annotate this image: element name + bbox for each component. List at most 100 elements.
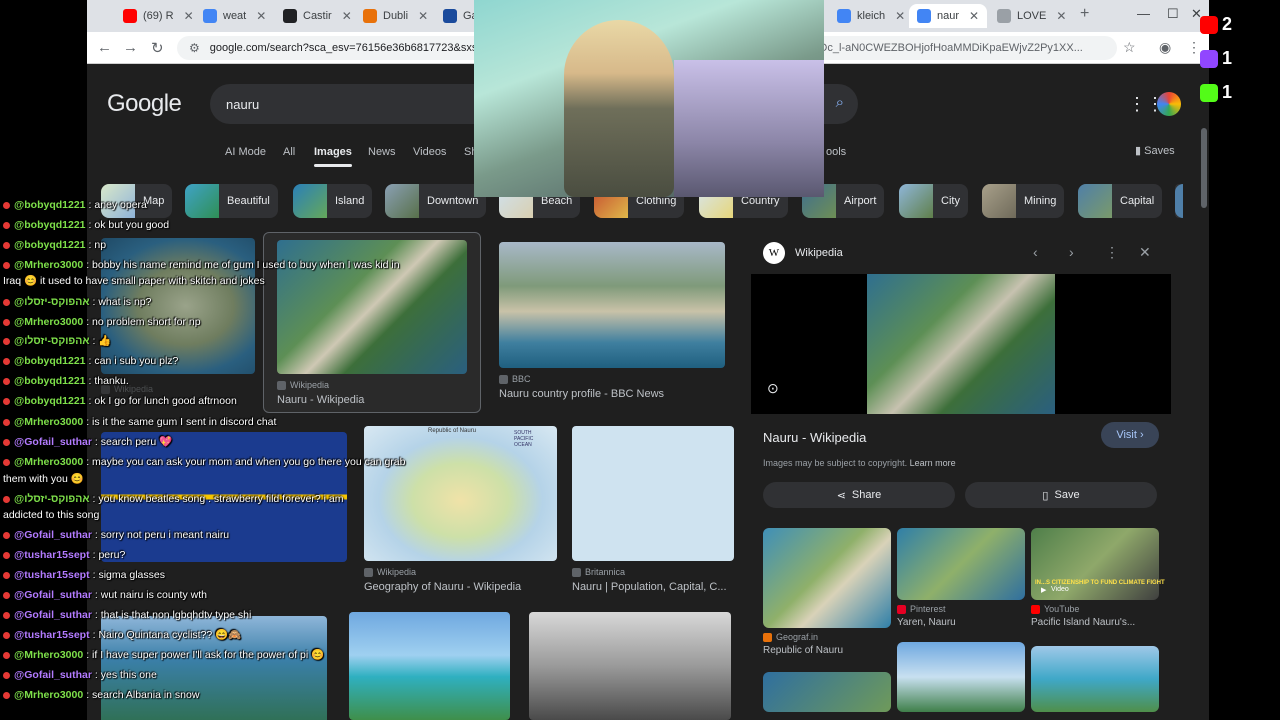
related-image[interactable]	[763, 672, 891, 712]
chip-city[interactable]: City	[899, 184, 968, 218]
chip-beautiful[interactable]: Beautiful	[185, 184, 278, 218]
new-tab-button[interactable]: +	[1080, 5, 1089, 23]
chat-text: : 👍	[92, 335, 112, 347]
panel-source[interactable]: W Wikipedia	[763, 242, 843, 264]
close-icon[interactable]: ✕	[895, 9, 905, 23]
result-caption[interactable]: Nauru | Population, Capital, C...	[572, 581, 734, 593]
tab-images[interactable]: Images	[314, 146, 352, 167]
tab-casting[interactable]: Castir ✕	[275, 4, 360, 28]
minimize-icon[interactable]: —	[1137, 6, 1150, 21]
chat-text: : what is np?	[92, 296, 152, 308]
tab-youtube[interactable]: (69) R ✕	[115, 4, 202, 28]
related-caption[interactable]: Yaren, Nauru	[897, 617, 1025, 628]
chip-thumbnail	[899, 184, 933, 218]
chip-thumbnail	[982, 184, 1016, 218]
panel-scrollbar[interactable]	[1201, 128, 1207, 208]
chat-text: : thanku.	[88, 375, 129, 387]
chat-user: @bobyqd1221	[14, 355, 86, 367]
close-icon[interactable]: ✕	[969, 9, 979, 23]
tab-kleich[interactable]: kleich ✕	[829, 4, 913, 28]
related-image[interactable]	[1031, 646, 1159, 712]
tab-weather[interactable]: weat ✕	[195, 4, 274, 28]
result-caption[interactable]: Nauru country profile - BBC News	[499, 388, 725, 400]
tab-label: kleich	[857, 10, 886, 22]
forward-icon[interactable]: →	[123, 39, 138, 56]
chat-text: : that is that non lgbqhdtv type shi	[94, 609, 252, 621]
chip-more[interactable]	[1175, 184, 1183, 218]
related-image[interactable]: Pinterest Yaren, Nauru	[897, 528, 1025, 628]
chat-user: @bobyqd1221	[14, 375, 86, 387]
save-label: Save	[1054, 489, 1080, 501]
saves-button[interactable]: ▮ Saves	[1135, 144, 1175, 157]
close-icon[interactable]: ✕	[418, 9, 428, 23]
tab-videos[interactable]: Videos	[413, 146, 446, 158]
result-caption[interactable]: Nauru - Wikipedia	[277, 394, 467, 406]
chat-text: : search Albania in snow	[86, 689, 200, 701]
tab-all[interactable]: All	[283, 146, 295, 158]
result-card[interactable]	[529, 612, 731, 720]
chat-text: : np	[88, 239, 107, 251]
chip-thumbnail	[1175, 184, 1183, 218]
bbc-icon	[499, 374, 508, 384]
tab-tools[interactable]: ools	[826, 146, 846, 158]
chat-text: : sigma glasses	[92, 569, 165, 581]
related-image[interactable]: Geograf.in Republic of Nauru	[763, 528, 891, 656]
menu-icon[interactable]: ⋮	[1187, 39, 1201, 56]
chat-text: : aney opera	[88, 199, 147, 211]
chevron-right-icon[interactable]: ›	[1069, 244, 1074, 260]
chat-text: : Nairo Quintana cyclist?? 😄🙈	[92, 629, 242, 641]
chat-user: @אהפוקס-יזסלו	[14, 493, 90, 505]
search-icon[interactable]: ⌕	[836, 94, 844, 111]
result-card[interactable]: Britannica Nauru | Population, Capital, …	[572, 426, 734, 593]
avatar[interactable]	[1157, 92, 1181, 116]
preview-image[interactable]	[867, 274, 1055, 414]
lens-icon[interactable]: ⊙	[767, 380, 779, 397]
chip-mining[interactable]: Mining	[982, 184, 1065, 218]
chat-user: @tushar15sept	[14, 569, 90, 581]
share-button[interactable]: ⋖ Share	[763, 482, 955, 508]
more-vert-icon[interactable]: ⋮	[1105, 244, 1119, 261]
visit-button[interactable]: Visit ›	[1101, 422, 1159, 448]
chip-downtown[interactable]: Downtown	[385, 184, 487, 218]
chip-island[interactable]: Island	[293, 184, 373, 218]
google-logo[interactable]: Google	[107, 90, 182, 118]
related-caption[interactable]: Pacific Island Nauru's...	[1031, 617, 1159, 628]
related-video[interactable]: IN...S CITIZENSHIP TO FUND CLIMATE FIGHT…	[1031, 528, 1165, 628]
panel-title[interactable]: Nauru - Wikipedia	[763, 430, 866, 445]
close-icon[interactable]: ✕	[256, 9, 266, 23]
site-info-icon[interactable]: ⚙	[189, 41, 200, 55]
maximize-icon[interactable]: ☐	[1167, 6, 1179, 22]
chip-label: Capital	[1120, 195, 1155, 207]
profile-icon[interactable]: ◉	[1159, 39, 1171, 56]
related-caption[interactable]: Republic of Nauru	[763, 645, 891, 656]
webcam-background	[674, 60, 824, 197]
bookmark-star-icon[interactable]: ☆	[1123, 39, 1136, 56]
result-caption[interactable]: Geography of Nauru - Wikipedia	[364, 581, 557, 593]
save-button[interactable]: ▯ Save	[965, 482, 1157, 508]
chip-capital[interactable]: Capital	[1078, 184, 1163, 218]
learn-more-link[interactable]: Learn more	[910, 458, 956, 468]
tab-label: weat	[223, 10, 247, 22]
close-icon[interactable]: ✕	[342, 9, 352, 23]
back-icon[interactable]: ←	[97, 39, 112, 56]
chat-message: @bobyqd1221: thanku.	[3, 373, 129, 389]
chat-message: @bobyqd1221: np	[3, 237, 106, 253]
tab-label: Castir	[303, 10, 332, 22]
result-card[interactable]	[349, 612, 510, 720]
tab-dublin[interactable]: Dubli ✕	[355, 4, 436, 28]
tab-love[interactable]: LOVE ✕	[989, 4, 1074, 28]
tab-ai-mode[interactable]: AI Mode	[225, 146, 266, 158]
result-card[interactable]: BBC Nauru country profile - BBC News	[499, 242, 725, 400]
close-icon[interactable]: ✕	[1139, 244, 1151, 261]
reload-icon[interactable]: ↻	[151, 39, 164, 57]
result-card[interactable]: Republic of Nauru SOUTH PACIFIC OCEAN Wi…	[364, 426, 557, 593]
chip-label: Airport	[844, 195, 877, 207]
chat-message: @tushar15sept: peru?	[3, 547, 125, 563]
tab-nauru[interactable]: naur ✕	[909, 4, 988, 28]
related-source: YouTube	[1031, 604, 1159, 614]
related-image[interactable]	[897, 642, 1025, 712]
close-icon[interactable]: ✕	[184, 9, 194, 23]
tab-news[interactable]: News	[368, 146, 396, 158]
chevron-left-icon[interactable]: ‹	[1033, 244, 1038, 260]
close-icon[interactable]: ✕	[1056, 9, 1066, 23]
